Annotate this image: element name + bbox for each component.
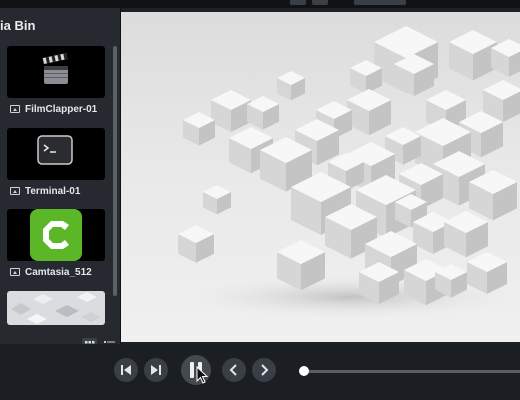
media-item-camtasia[interactable]: Camtasia_512 (7, 209, 105, 278)
previous-button[interactable] (222, 358, 246, 382)
cubes-thumbnail (7, 291, 105, 325)
previous-icon (229, 364, 237, 376)
media-bin-panel: ia Bin FilmClapper-01 Terminal-01 Camtas… (0, 8, 121, 353)
film-clapper-icon (42, 53, 68, 84)
media-bin-scrollbar[interactable] (113, 46, 117, 296)
terminal-icon (37, 135, 73, 165)
media-item-label: Terminal-01 (25, 185, 81, 197)
toolbar-button[interactable] (312, 0, 328, 5)
media-item-cubes[interactable] (7, 291, 105, 325)
media-bin-title: ia Bin (0, 18, 36, 33)
step-back-icon (121, 365, 131, 375)
camtasia-logo-icon (30, 209, 82, 261)
cubes-scene-image (121, 12, 520, 342)
step-forward-icon (151, 365, 161, 375)
step-forward-button[interactable] (144, 358, 168, 382)
top-toolbar (0, 0, 520, 8)
mouse-cursor-icon (196, 366, 209, 384)
media-item-filmclapper[interactable]: FilmClapper-01 (7, 46, 105, 115)
timeline-scrubber-handle[interactable] (299, 366, 309, 376)
next-icon (261, 364, 269, 376)
next-button[interactable] (252, 358, 276, 382)
preview-canvas[interactable] (121, 12, 520, 342)
timeline-scrubber-track[interactable] (300, 370, 520, 373)
toolbar-button[interactable] (354, 0, 406, 5)
toolbar-button[interactable] (290, 0, 306, 5)
media-item-terminal[interactable]: Terminal-01 (7, 128, 105, 197)
image-icon (10, 187, 20, 195)
image-icon (10, 105, 20, 113)
media-item-label: FilmClapper-01 (25, 103, 98, 115)
image-icon (10, 268, 20, 276)
step-back-button[interactable] (114, 358, 138, 382)
filmclapper-thumbnail (7, 46, 105, 98)
camtasia-thumbnail (7, 209, 105, 261)
terminal-thumbnail (7, 128, 105, 180)
media-item-label: Camtasia_512 (25, 266, 92, 278)
